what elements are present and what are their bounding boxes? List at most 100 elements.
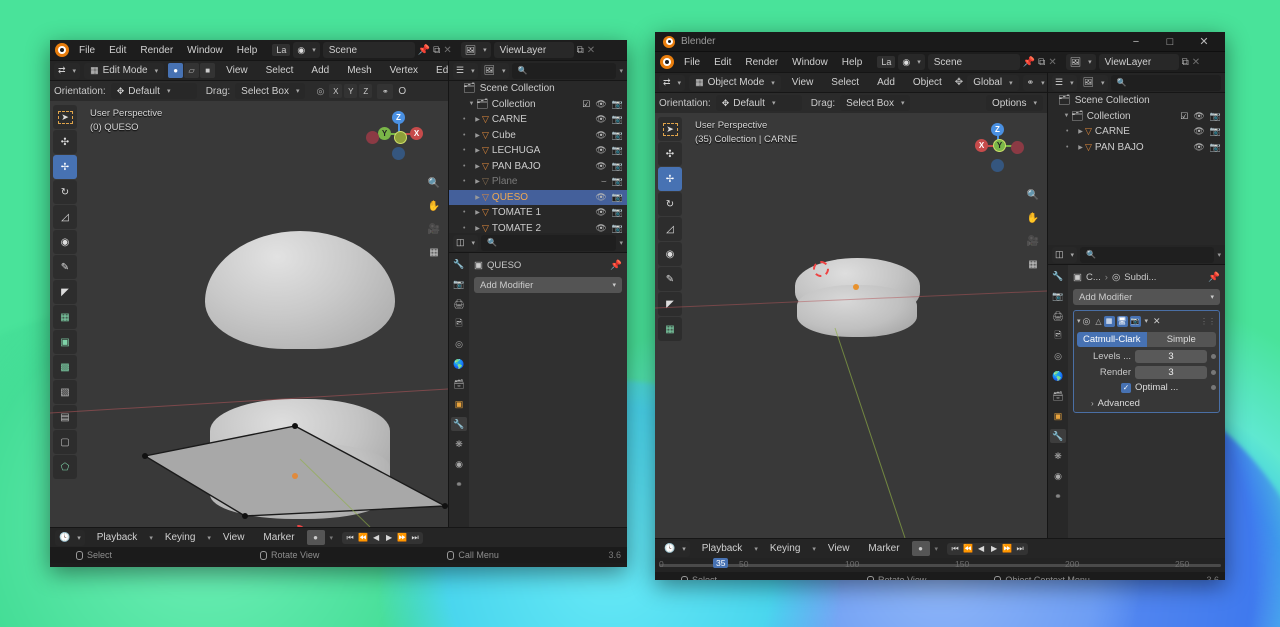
play-reverse-icon[interactable]: ◀ (370, 533, 382, 543)
timeline-scrubber-w2[interactable]: 0 50 100 150 200 250 35 (655, 558, 1225, 572)
tool-cursor-icon-w2[interactable]: ✣ (658, 142, 682, 166)
workspace-tab-layout[interactable]: La (272, 44, 291, 56)
viewport-3d-w2[interactable]: User Perspective (35) Collection | CARNE… (655, 113, 1047, 538)
outliner-row-pan-bajo[interactable]: • ▶ ▽ PAN BAJO 👁 📷 (1048, 140, 1225, 156)
next-keyframe-icon[interactable]: ⏩ (396, 533, 408, 543)
tool-add-cube-icon[interactable]: ▦ (53, 305, 77, 329)
camera-view-icon-w2[interactable]: 🎥 (1023, 231, 1043, 251)
tab-scene-icon[interactable]: ◎ (451, 337, 467, 351)
workspace-tab-layout-w2[interactable]: La (877, 56, 896, 68)
levels-value-field[interactable]: 3 (1135, 350, 1207, 363)
tool-select-box-icon-w2[interactable]: ➤ (658, 117, 682, 141)
outliner-display-mode-icon-w2[interactable]: 🖼 (1079, 74, 1108, 91)
tab-output-icon-w2[interactable]: 🖨 (1050, 309, 1066, 323)
scene-name-field-w2[interactable]: Scene (927, 54, 1020, 70)
viewport-toolbar-w2[interactable]: ➤ ✣ ✢ ↻ ◿ ◉ ✎ ◤ ▦ (658, 117, 682, 341)
checkbox-icon[interactable]: ☑ (1180, 111, 1188, 122)
play-icon[interactable]: ▶ (383, 533, 395, 543)
add-modifier-button-w2[interactable]: Add Modifier ▾ (1073, 289, 1220, 305)
blender-window-1[interactable]: File Edit Render Window Help La ◉ Scene … (50, 40, 627, 567)
viewlayer-name-field-w2[interactable]: ViewLayer (1098, 54, 1179, 70)
properties-editor-type-icon[interactable]: ◫ (453, 234, 479, 251)
tool-measure-icon[interactable]: ◤ (53, 280, 77, 304)
scene-browse-icon[interactable]: ◉ (293, 42, 320, 58)
viewlayer-browse-icon-w2[interactable]: 🖼 (1065, 54, 1096, 70)
outliner-row-carne[interactable]: • ▶ ▽ CARNE 👁 📷 (449, 112, 627, 128)
timeline-keying-menu-w1[interactable]: Keying (158, 530, 203, 545)
properties-editor-w1[interactable]: 🔧 📷 🖨 🖻 ◎ 🌎 🗃 ▣ 🔧 ❋ ◉ ⚭ ▣ QUESO 📌 Add Mo… (449, 253, 627, 527)
vp-menu-select-w2[interactable]: Select (824, 75, 866, 90)
play-reverse-icon-w2[interactable]: ◀ (975, 544, 987, 554)
pin-icon[interactable]: 📌 (418, 45, 430, 56)
viewport-nav-tools-w1[interactable]: 🔍 ✋ 🎥 ▦ (424, 173, 444, 262)
outliner-row-cube[interactable]: • ▶ ▽ Cube 👁 📷 (449, 128, 627, 144)
properties-filter-chevron-icon[interactable]: ▾ (619, 239, 623, 247)
snapping-dropdown-w2[interactable]: ⚭ (1022, 74, 1049, 91)
camera-icon[interactable]: 📷 (612, 207, 623, 218)
edge-select-icon[interactable]: ▱ (184, 63, 200, 78)
new-scene-icon[interactable]: ⧉ (433, 45, 440, 56)
gizmo-y-axis-w2[interactable]: Y (993, 139, 1006, 152)
jump-start-icon-w2[interactable]: ⏮ (949, 544, 961, 554)
outliner-row-scene-collection[interactable]: 🗂 Scene Collection (449, 81, 627, 97)
eye-icon[interactable]: 👁 (1193, 126, 1204, 137)
prev-keyframe-icon-w2[interactable]: ⏪ (962, 544, 974, 554)
gizmo-neg-z-axis[interactable] (392, 147, 405, 160)
editor-type-selector-w2[interactable]: ⇄ (659, 74, 686, 91)
tool-move-icon[interactable]: ✢ (53, 155, 77, 179)
gizmo-neg-y-axis[interactable] (394, 131, 407, 144)
expand-triangle-icon[interactable]: ▼ (467, 101, 476, 107)
outliner-restrict-dot-icon[interactable]: • (463, 132, 473, 139)
play-icon-w2[interactable]: ▶ (988, 544, 1000, 554)
gizmo-y-axis[interactable]: Y (378, 127, 391, 140)
properties-tabs-w1[interactable]: 🔧 📷 🖨 🖻 ◎ 🌎 🗃 ▣ 🔧 ❋ ◉ ⚭ (449, 253, 469, 527)
eye-icon[interactable]: 👁 (595, 130, 606, 141)
tab-object-icon[interactable]: ▣ (451, 397, 467, 411)
modifier-delete-icon[interactable]: ✕ (1153, 316, 1161, 327)
delete-scene-icon[interactable]: ✕ (443, 45, 451, 56)
maximize-button[interactable]: □ (1153, 32, 1187, 52)
outliner-row-pan-bajo[interactable]: • ▶ ▽ PAN BAJO 👁 📷 (449, 159, 627, 175)
eye-icon[interactable]: 👁 (595, 145, 606, 156)
outliner-row-lechuga[interactable]: • ▶ ▽ LECHUGA 👁 📷 (449, 143, 627, 159)
viewlayer-browse-icon[interactable]: 🖼 (460, 42, 491, 58)
pin-icon[interactable]: 📌 (1023, 57, 1035, 68)
properties-search-input-w2[interactable]: 🔍 (1080, 246, 1215, 263)
tool-annotate-icon[interactable]: ✎ (53, 255, 77, 279)
drag-dropdown[interactable]: Select Box (235, 83, 306, 99)
camera-icon[interactable]: 📷 (612, 99, 623, 110)
camera-view-icon[interactable]: 🎥 (424, 219, 444, 239)
tab-particles-icon-w2[interactable]: ❋ (1050, 449, 1066, 463)
render-value-field[interactable]: 3 (1135, 366, 1207, 379)
nav-gizmo-w1[interactable]: Z Y X (366, 103, 430, 165)
mode-selector[interactable]: ▦ Edit Mode (84, 62, 165, 79)
outliner-restrict-dot-icon[interactable]: • (1066, 144, 1076, 151)
tool-cursor-icon[interactable]: ✣ (53, 130, 77, 154)
tool-knife-icon[interactable]: ▢ (53, 430, 77, 454)
vp-menu-add[interactable]: Add (304, 63, 336, 78)
jump-end-icon-w2[interactable]: ⏭ (1014, 544, 1026, 554)
editor-type-selector[interactable]: ⇄ (54, 62, 81, 79)
tab-scene-icon-w2[interactable]: ◎ (1050, 349, 1066, 363)
camera-icon[interactable]: 📷 (612, 161, 623, 172)
tool-extrude-icon[interactable]: ▣ (53, 330, 77, 354)
advanced-section-toggle[interactable]: › Advanced (1077, 398, 1216, 409)
outliner-restrict-dot-icon[interactable]: • (463, 209, 473, 216)
pin-icon[interactable]: 📌 (1208, 272, 1220, 283)
expand-triangle-icon[interactable]: ▶ (473, 209, 482, 216)
properties-editor-w2[interactable]: 🔧 📷 🖨 🖻 ◎ 🌎 🗃 ▣ 🔧 ❋ ◉ ⚭ ▣ C... › ◎ Subdi… (1048, 265, 1225, 538)
gizmo-z-axis[interactable]: Z (392, 111, 405, 124)
outliner-search-input-w1[interactable]: 🔍 (511, 62, 617, 79)
auto-keying-icon-w2[interactable]: ● (911, 541, 930, 556)
vp-menu-view-w2[interactable]: View (785, 75, 821, 90)
subdivision-algorithm-toggle[interactable]: Catmull-Clark Simple (1077, 332, 1216, 347)
tab-world-icon[interactable]: 🌎 (451, 357, 467, 371)
gizmo-z-axis-w2[interactable]: Z (991, 123, 1004, 136)
tab-render-icon-w2[interactable]: 📷 (1050, 289, 1066, 303)
tool-select-box-icon[interactable]: ➤ (53, 105, 77, 129)
tab-tool-icon-w2[interactable]: 🔧 (1050, 269, 1066, 283)
breadcrumb-modifier-w2[interactable]: Subdi... (1124, 272, 1156, 283)
auto-keying-icon-w1[interactable]: ● (306, 530, 325, 545)
expand-triangle-icon[interactable]: ▶ (473, 132, 482, 139)
jump-end-icon[interactable]: ⏭ (409, 533, 421, 543)
